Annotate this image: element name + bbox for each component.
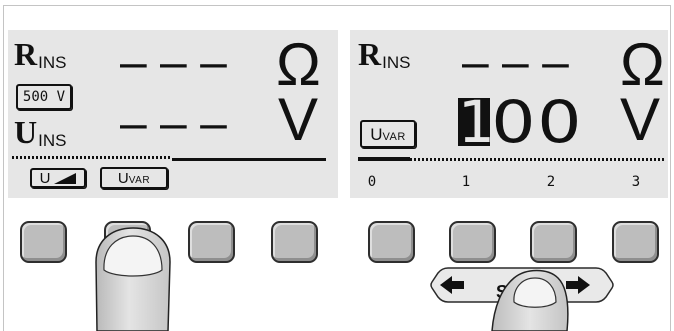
voltage-reading: – – – [120, 97, 227, 150]
voltage-subscript: INS [38, 131, 67, 150]
resistance-symbol: R [358, 36, 382, 72]
scale-label: 0 [367, 174, 377, 190]
resistance-label: RINS [14, 36, 67, 72]
finger-pressing-softkey [95, 227, 171, 331]
resistance-reading: – – – [120, 36, 227, 89]
mode-subscript: VAR [382, 130, 406, 143]
value-digit: 0 [538, 98, 580, 146]
digit-text: 0 [492, 98, 534, 146]
softkey-label-subscript: VAR [128, 175, 151, 186]
scale-label: 2 [546, 174, 556, 190]
resistance-subscript: INS [38, 53, 67, 72]
digit-text: 0 [538, 98, 580, 146]
resistance-reading: – – – [462, 36, 569, 89]
right-display: RINS – – – Ω U VAR 1 0 0 V 0 1 2 3 [350, 30, 668, 198]
voltage-unit: V [620, 86, 661, 153]
separator-dotted [12, 156, 172, 159]
voltage-label: UINS [14, 114, 67, 150]
softkey-4[interactable] [271, 221, 318, 263]
mode-symbol: U [370, 124, 383, 144]
softkey-7[interactable] [530, 221, 577, 263]
softkey-label-symbol: U [39, 169, 51, 187]
scale-label: 3 [631, 174, 641, 190]
resistance-subscript: INS [382, 53, 411, 72]
softkey-5[interactable] [368, 221, 415, 263]
softkey-label-symbol: U [117, 169, 129, 187]
resistance-label: RINS [358, 36, 411, 72]
softkey-label-ramp: U [30, 168, 86, 188]
voltage-unit: V [278, 86, 319, 153]
ramp-shape [54, 172, 77, 184]
finger-pressing-select-key [491, 269, 569, 331]
softkey-8[interactable] [612, 221, 659, 263]
softkey-3[interactable] [188, 221, 235, 263]
separator-solid [172, 158, 326, 161]
scale-label: 1 [461, 174, 471, 190]
instrument-illustration: RINS – – – Ω 500 V UINS – – – V U U VAR R… [0, 0, 674, 331]
voltage-setting-value: 1 0 0 [458, 98, 588, 146]
digit-text: 1 [458, 98, 490, 146]
ramp-icon [54, 172, 77, 184]
scale-marker [358, 157, 410, 161]
separator-dotted [410, 158, 664, 161]
softkey-1[interactable] [20, 221, 67, 263]
left-display: RINS – – – Ω 500 V UINS – – – V U U VAR [8, 30, 338, 198]
arrow-left-shaft [452, 281, 464, 289]
test-voltage-box: 500 V [16, 84, 72, 110]
resistance-symbol: R [14, 36, 38, 72]
softkey-6[interactable] [449, 221, 496, 263]
value-digit: 0 [492, 98, 534, 146]
mode-box-uvar: U VAR [360, 120, 416, 148]
voltage-symbol: U [14, 114, 38, 150]
value-digit-cursor: 1 [458, 98, 490, 146]
softkey-label-uvar: U VAR [100, 167, 168, 189]
